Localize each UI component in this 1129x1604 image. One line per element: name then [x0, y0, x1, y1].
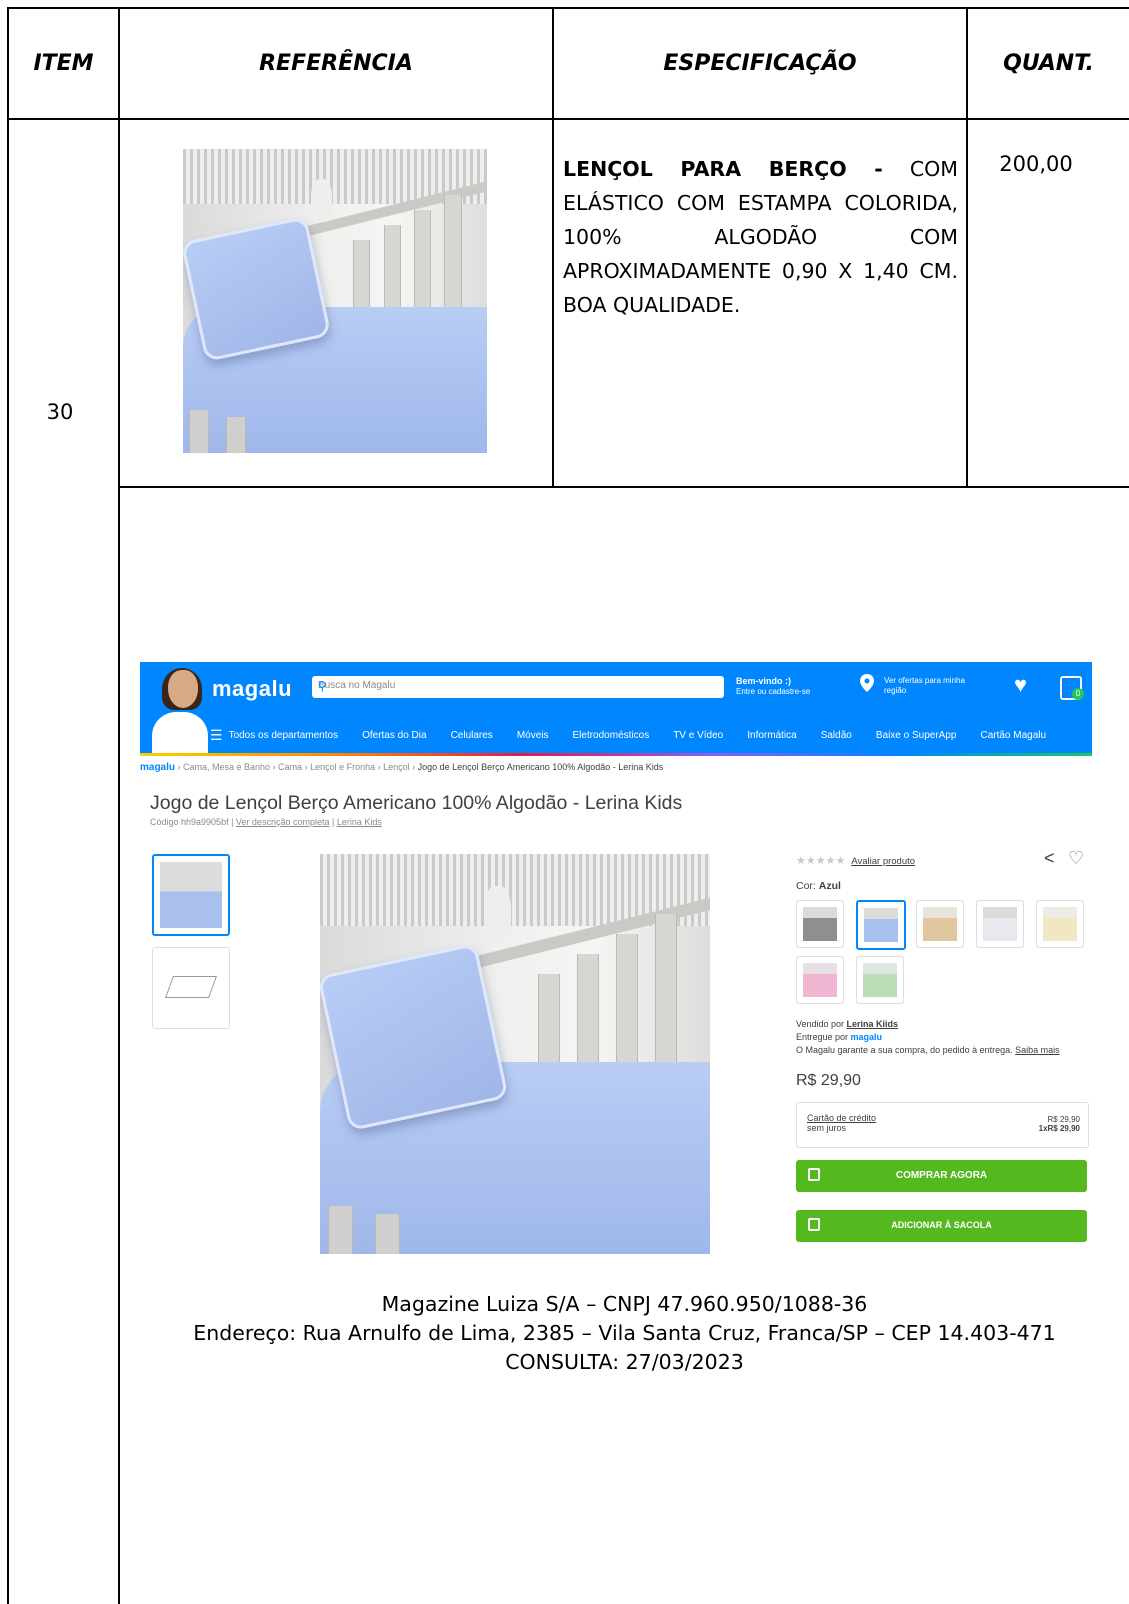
nav-cartao[interactable]: Cartão Magalu [980, 730, 1046, 741]
breadcrumb-logo[interactable]: magalu [140, 762, 175, 773]
color-value: Azul [818, 880, 841, 892]
caption-date: CONSULTA: 27/03/2023 [505, 1350, 744, 1374]
table-border-left [7, 7, 9, 1604]
spec-text: COM ELÁSTICO COM ESTAMPA COLORIDA, 100% … [563, 157, 958, 317]
breadcrumb-path[interactable]: › Cama, Mesa e Banho › Cama › Lençol e F… [175, 762, 418, 772]
spec-title: LENÇOL PARA BERÇO - [563, 157, 883, 181]
color-swatch-verde[interactable] [856, 956, 904, 1004]
card-install: 1xR$ 29,90 [1038, 1124, 1080, 1133]
delivered-by-logo: magalu [850, 1032, 883, 1042]
welcome-sub: Entre ou cadastre-se [736, 687, 811, 696]
location-link[interactable]: Ver ofertas para minha região [860, 674, 965, 696]
share-icon[interactable]: < [1044, 848, 1055, 869]
seller-info: Vendido por Lerina Kiids Entregue por ma… [796, 1019, 1060, 1055]
color-swatch-bege[interactable] [916, 900, 964, 948]
table-row-divider [118, 486, 1129, 488]
store-header: magalu Busca no Magalu ⚲ Bem-vindo :) En… [140, 662, 1092, 756]
breadcrumb-current: Jogo de Lençol Berço Americano 100% Algo… [417, 762, 664, 772]
nav-eletrodomesticos[interactable]: Eletrodomésticos [573, 730, 650, 741]
color-swatch-azul[interactable] [856, 900, 906, 950]
welcome-title: Bem-vindo :) [736, 676, 791, 686]
search-input[interactable]: Busca no Magalu ⚲ [312, 676, 724, 698]
add-to-bag-button[interactable]: ADICIONAR À SACOLA [796, 1210, 1087, 1242]
item-number: 30 [46, 400, 74, 424]
caption-address: Endereço: Rua Arnulfo de Lima, 2385 – Vi… [193, 1321, 1056, 1345]
product-photo [183, 149, 487, 453]
brand-link[interactable]: Lerina Kids [337, 817, 382, 827]
code-separator: | [329, 817, 337, 827]
quantity-value: 200,00 [999, 152, 1073, 176]
header-item: ITEM [33, 50, 94, 76]
code-prefix: Código hh9a9905bf | [150, 817, 236, 827]
location-line1: Ver ofertas para minha [884, 676, 965, 685]
product-title: Jogo de Lençol Berço Americano 100% Algo… [150, 792, 683, 814]
nav-ofertas[interactable]: Ofertas do Dia [362, 730, 426, 741]
product-price: R$ 29,90 [796, 1072, 861, 1089]
color-swatch-creme[interactable] [1036, 900, 1084, 948]
product-code: Código hh9a9905bf | Ver descrição comple… [150, 817, 382, 827]
full-description-link[interactable]: Ver descrição completa [236, 817, 330, 827]
color-strip [140, 753, 1092, 756]
store-logo[interactable]: magalu [212, 676, 292, 702]
seller-link[interactable]: Lerina Kiids [847, 1019, 899, 1029]
card-sub: sem juros [807, 1123, 847, 1133]
color-swatch-rosa[interactable] [796, 956, 844, 1004]
learn-more-link[interactable]: Saiba mais [1015, 1045, 1060, 1055]
nav-informatica[interactable]: Informática [747, 730, 796, 741]
nav-moveis[interactable]: Móveis [517, 730, 549, 741]
mascot-avatar [150, 668, 210, 756]
cart-button[interactable]: 0 [1058, 670, 1084, 700]
store-screenshot: magalu Busca no Magalu ⚲ Bem-vindo :) En… [140, 662, 1092, 1262]
login-link[interactable]: Bem-vindo :) Entre ou cadastre-se [736, 676, 810, 697]
location-pin-icon [860, 674, 874, 692]
table-border-header-bottom [7, 118, 1129, 120]
nav-tv-video[interactable]: TV e Vídeo [673, 730, 723, 741]
rating-stars: ★★★★★ Avaliar produto [796, 854, 915, 867]
header-especificacao: ESPECIFICAÇÃO [663, 50, 857, 76]
menu-icon[interactable]: ☰ [210, 727, 223, 744]
add-to-bag-label: ADICIONAR À SACOLA [891, 1220, 992, 1230]
color-label: Cor: Azul [796, 880, 841, 892]
wishlist-heart-icon[interactable]: ♡ [1068, 848, 1084, 869]
thumbnail-1[interactable] [152, 854, 230, 936]
card-price: R$ 29,90 [1047, 1115, 1080, 1124]
color-swatch-cinza[interactable] [796, 900, 844, 948]
cart-count: 0 [1072, 688, 1084, 700]
favorites-heart-icon[interactable]: ♥ [1014, 672, 1027, 698]
nav-celulares[interactable]: Celulares [451, 730, 493, 741]
nav-superapp[interactable]: Baixe o SuperApp [876, 730, 957, 741]
color-swatch-branco[interactable] [976, 900, 1024, 948]
buy-now-label: COMPRAR AGORA [895, 1170, 988, 1181]
search-icon[interactable]: ⚲ [318, 679, 716, 693]
card-label: Cartão de crédito [807, 1113, 877, 1123]
rate-product-link[interactable]: Avaliar produto [851, 856, 915, 867]
credit-card-option[interactable]: Cartão de crédito sem juros R$ 29,90 1xR$ … [796, 1102, 1089, 1148]
buy-now-button[interactable]: COMPRAR AGORA [796, 1160, 1087, 1192]
nav-saldao[interactable]: Saldão [821, 730, 852, 741]
location-line2: região [884, 686, 907, 695]
source-caption: Magazine Luiza S/A – CNPJ 47.960.950/108… [120, 1290, 1129, 1377]
category-nav: ☰ Todos os departamentos Ofertas do Dia … [210, 726, 1070, 744]
document-page: ITEM REFERÊNCIA ESPECIFICAÇÃO QUANT. 30 … [0, 0, 1129, 1604]
thumbnail-2[interactable] [152, 947, 230, 1029]
header-quant: QUANT. [1003, 50, 1094, 76]
product-specification: LENÇOL PARA BERÇO - COM ELÁSTICO COM EST… [563, 152, 958, 322]
stars-icon: ★★★★★ [796, 855, 846, 867]
main-product-image[interactable] [320, 854, 710, 1254]
breadcrumb: magalu › Cama, Mesa e Banho › Cama › Len… [140, 762, 663, 773]
header-referencia: REFERÊNCIA [259, 50, 413, 76]
nav-departamentos[interactable]: Todos os departamentos [229, 730, 339, 741]
caption-company: Magazine Luiza S/A – CNPJ 47.960.950/108… [381, 1292, 868, 1316]
